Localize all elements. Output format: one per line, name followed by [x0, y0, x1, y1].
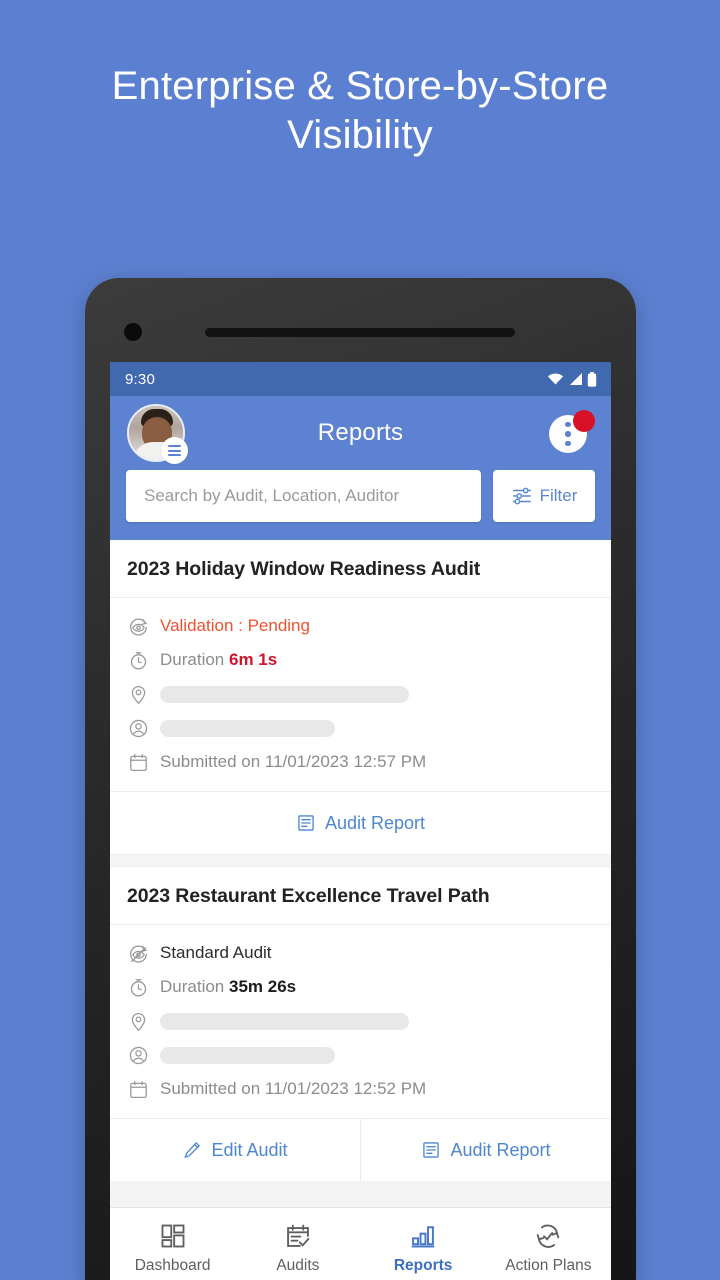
audit-report-button[interactable]: Audit Report	[110, 792, 611, 854]
duration-value: 35m 26s	[229, 977, 297, 996]
app-bar: Reports	[110, 396, 611, 470]
card-actions: Edit Audit Audit Report	[110, 1118, 611, 1181]
document-report-icon	[298, 815, 314, 831]
person-circle-icon	[127, 717, 149, 739]
duration-label: Duration	[160, 977, 225, 996]
submitted-row: Submitted on 11/01/2023 12:52 PM	[127, 1072, 594, 1106]
document-report-icon	[423, 1142, 440, 1158]
status-icons	[547, 371, 597, 387]
nav-label: Reports	[393, 1256, 453, 1274]
filter-sliders-icon	[512, 487, 531, 505]
nav-item-reports[interactable]: Reports	[361, 1222, 486, 1275]
filter-button[interactable]: Filter	[493, 470, 595, 522]
stopwatch-icon	[127, 649, 149, 671]
notification-badge	[573, 410, 595, 432]
search-input[interactable]	[126, 470, 481, 522]
bar-chart-icon	[411, 1225, 435, 1247]
validation-status: Standard Audit	[160, 943, 272, 962]
nav-label: Action Plans	[505, 1256, 592, 1274]
filter-label: Filter	[539, 486, 578, 505]
report-title: 2023 Holiday Window Readiness Audit	[110, 540, 611, 598]
eye-refresh-icon	[127, 615, 149, 637]
duration-value: 6m 1s	[229, 650, 278, 669]
validation-row: Standard Audit	[127, 936, 594, 970]
location-redacted	[160, 685, 409, 703]
report-details: Validation : Pending Duration 6m 1s Subm…	[110, 598, 611, 791]
report-card[interactable]: 2023 Holiday Window Readiness Audit Vali…	[110, 540, 611, 854]
duration-text: Duration 35m 26s	[160, 977, 296, 997]
calendar-check-icon	[287, 1224, 310, 1247]
hamburger-menu-icon[interactable]	[161, 437, 188, 464]
dashboard-grid-icon	[161, 1224, 185, 1247]
edit-audit-button[interactable]: Edit Audit	[110, 1119, 360, 1181]
calendar-icon	[127, 1078, 149, 1100]
promo-headline: Enterprise & Store-by-Store Visibility	[111, 64, 609, 157]
avatar-menu-button[interactable]	[127, 404, 188, 464]
nav-item-audits[interactable]: Audits	[235, 1222, 360, 1275]
nav-label: Audits	[276, 1256, 320, 1274]
phone-screen: 9:30 Reports Search by Audit, Location, …	[110, 362, 611, 1280]
auditor-row	[127, 711, 594, 745]
nav-item-action-plans[interactable]: Action Plans	[486, 1222, 611, 1275]
wifi-icon	[548, 373, 563, 385]
refresh-check-icon	[537, 1224, 560, 1248]
validation-status: Validation : Pending	[160, 616, 310, 635]
front-camera-icon	[120, 319, 146, 345]
action-label: Audit Report	[324, 812, 426, 833]
search-row: Filter	[110, 470, 611, 540]
bottom-navigation: Dashboard Audits Reports Action Plans	[110, 1207, 611, 1280]
card-separator	[110, 854, 611, 867]
duration-row: Duration 6m 1s	[127, 643, 594, 677]
reports-list: 2023 Holiday Window Readiness Audit Vali…	[110, 540, 611, 1280]
map-pin-icon	[127, 683, 149, 705]
map-pin-icon	[127, 1010, 149, 1032]
eye-slash-icon	[127, 942, 149, 964]
action-label: Edit Audit	[211, 1139, 288, 1160]
action-label: Audit Report	[450, 1139, 551, 1160]
duration-label: Duration	[160, 650, 225, 669]
overflow-menu-button[interactable]	[549, 410, 595, 456]
location-row	[127, 677, 594, 711]
nav-item-dashboard[interactable]: Dashboard	[110, 1222, 235, 1275]
auditor-redacted	[160, 1046, 335, 1064]
cellular-signal-icon	[570, 373, 582, 385]
location-row	[127, 1004, 594, 1038]
phone-frame: 9:30 Reports Search by Audit, Location, …	[85, 278, 636, 1280]
location-redacted	[160, 1012, 409, 1030]
auditor-row	[127, 1038, 594, 1072]
calendar-icon	[127, 751, 149, 773]
card-actions: Audit Report	[110, 791, 611, 854]
auditor-redacted	[160, 719, 335, 737]
report-card[interactable]: 2023 Restaurant Excellence Travel Path S…	[110, 867, 611, 1181]
submitted-text: Submitted on 11/01/2023 12:52 PM	[160, 1079, 427, 1098]
report-details: Standard Audit Duration 35m 26s Submitte…	[110, 925, 611, 1118]
earpiece-speaker	[205, 328, 515, 337]
battery-icon	[587, 371, 597, 387]
duration-row: Duration 35m 26s	[127, 970, 594, 1004]
validation-row: Validation : Pending	[127, 609, 594, 643]
status-bar: 9:30	[110, 362, 611, 396]
status-time: 9:30	[125, 370, 155, 388]
person-circle-icon	[127, 1044, 149, 1066]
submitted-text: Submitted on 11/01/2023 12:57 PM	[160, 752, 427, 771]
audit-report-button[interactable]: Audit Report	[360, 1119, 611, 1181]
stopwatch-icon	[127, 976, 149, 998]
duration-text: Duration 6m 1s	[160, 650, 277, 670]
pencil-edit-icon	[184, 1141, 201, 1159]
report-title: 2023 Restaurant Excellence Travel Path	[110, 867, 611, 925]
nav-label: Dashboard	[134, 1256, 211, 1274]
submitted-row: Submitted on 11/01/2023 12:57 PM	[127, 745, 594, 779]
